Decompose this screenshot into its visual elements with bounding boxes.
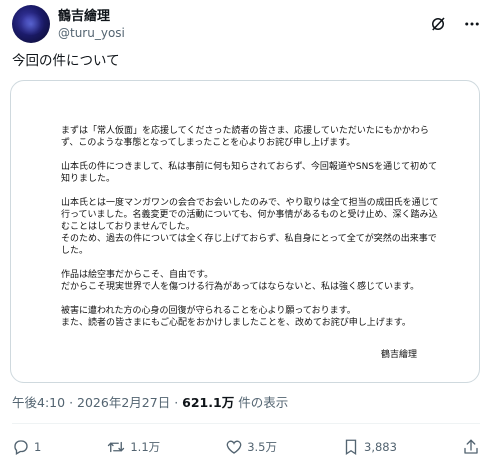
tweet-meta: 午後4:10 · 2026年2月27日 · 621.1万 件の表示 [12, 394, 288, 412]
author-display-name[interactable]: 鶴吉繪理 [58, 8, 125, 25]
share-button[interactable] [462, 438, 480, 456]
action-bar: 1 1.1万 3.5万 3,883 [12, 434, 480, 460]
meta-separator: · [69, 395, 74, 410]
like-count: 3.5万 [247, 440, 277, 454]
repost-count: 1.1万 [130, 440, 161, 454]
bookmark-count: 3,883 [364, 440, 397, 454]
like-icon [225, 438, 243, 456]
statement-paragraph-5: 被害に遭われた方の心身の回復が守られることを心より願っております。 また、読者の… [61, 306, 411, 328]
avatar[interactable] [12, 5, 50, 43]
statement-paragraph-4: 作品は絵空事だからこそ、自由です。 だからこそ現実世界で人を傷つける行為があって… [61, 270, 420, 292]
tweet-text: 今回の件について [12, 53, 120, 69]
statement-body: まずは「常人仮面」を応援してくださった読者の皆さま、応援していただいたにもかかわ… [61, 125, 441, 341]
reply-count: 1 [34, 440, 42, 454]
statement-paragraph-3: 山本氏とは一度マンガワンの会合でお会いしたのみで、やり取りは全て担当の成田氏を通… [61, 198, 439, 256]
reply-icon [12, 438, 30, 456]
bookmark-button[interactable]: 3,883 [342, 438, 397, 456]
like-button[interactable]: 3.5万 [225, 438, 277, 456]
statement-paragraph-2: 山本氏の件につきまして、私は事前に何も知らされておらず、今回報道やSNSを通じて… [61, 162, 438, 184]
share-icon [462, 438, 480, 456]
statement-image[interactable]: まずは「常人仮面」を応援してくださった読者の皆さま、応援していただいたにもかかわ… [10, 80, 480, 383]
author-names: 鶴吉繪理 @turu_yosi [58, 8, 125, 41]
more-icon[interactable] [462, 14, 482, 34]
tweet-date[interactable]: 2026年2月27日 [77, 395, 170, 410]
reply-button[interactable]: 1 [12, 438, 41, 456]
tweet-time[interactable]: 午後4:10 [12, 395, 65, 410]
bookmark-icon [342, 438, 360, 456]
tweet-header: 鶴吉繪理 @turu_yosi [12, 2, 482, 46]
meta-separator-2: · [174, 395, 179, 410]
author-handle[interactable]: @turu_yosi [58, 25, 125, 41]
repost-icon [106, 438, 126, 456]
divider [12, 423, 480, 424]
statement-paragraph-1: まずは「常人仮面」を応援してくださった読者の皆さま、応援していただいたにもかかわ… [61, 126, 429, 148]
repost-button[interactable]: 1.1万 [106, 438, 160, 456]
grok-icon[interactable] [428, 14, 448, 34]
header-actions [428, 14, 482, 34]
views-label: 件の表示 [238, 395, 289, 410]
statement-signature: 鶴吉繪理 [380, 350, 417, 360]
views-count: 621.1万 [182, 395, 235, 410]
